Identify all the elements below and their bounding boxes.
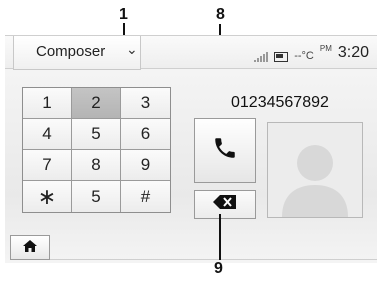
signal-bars-icon bbox=[254, 52, 269, 62]
call-button[interactable] bbox=[194, 118, 256, 183]
key-5-bottom[interactable]: 5 bbox=[72, 181, 121, 212]
home-icon bbox=[23, 239, 37, 257]
phone-handset-icon bbox=[212, 135, 238, 166]
key-3[interactable]: 3 bbox=[121, 88, 170, 119]
key-2[interactable]: 2 bbox=[72, 88, 121, 119]
top-bar: Composer ⌄ --°C PM 3:20 bbox=[5, 36, 377, 70]
ampm-indicator: PM bbox=[319, 44, 332, 53]
backspace-button[interactable] bbox=[194, 190, 256, 219]
home-button[interactable] bbox=[10, 235, 50, 260]
composer-tab[interactable]: Composer ⌄ bbox=[13, 36, 141, 70]
contact-photo bbox=[267, 122, 363, 218]
key-5[interactable]: 5 bbox=[72, 119, 121, 150]
dialed-number: 01234567892 bbox=[231, 94, 329, 111]
key-9[interactable]: 9 bbox=[121, 150, 170, 181]
phone-composer-screen: Composer ⌄ --°C PM 3:20 1 2 3 4 5 6 7 8 … bbox=[5, 35, 377, 263]
tab-label: Composer bbox=[36, 43, 106, 60]
key-8[interactable]: 8 bbox=[72, 150, 121, 181]
key-1[interactable]: 1 bbox=[23, 88, 72, 119]
key-4[interactable]: 4 bbox=[23, 119, 72, 150]
battery-icon bbox=[274, 52, 289, 62]
dial-keypad: 1 2 3 4 5 6 7 8 9 ∗ 5 # bbox=[22, 87, 171, 213]
key-6[interactable]: 6 bbox=[121, 119, 170, 150]
callout-9: 9 bbox=[214, 260, 223, 277]
status-area: --°C PM 3:20 bbox=[254, 44, 369, 62]
contact-silhouette-icon bbox=[268, 123, 362, 217]
key-star[interactable]: ∗ bbox=[23, 181, 72, 212]
backspace-icon bbox=[213, 195, 237, 214]
callout-9-line bbox=[219, 214, 221, 260]
callout-8: 8 bbox=[216, 6, 225, 23]
key-hash[interactable]: # bbox=[121, 181, 170, 212]
key-7[interactable]: 7 bbox=[23, 150, 72, 181]
callout-1: 1 bbox=[119, 6, 128, 23]
temperature-readout: --°C bbox=[294, 50, 314, 62]
chevron-down-icon[interactable]: ⌄ bbox=[126, 41, 138, 58]
clock-time: 3:20 bbox=[337, 44, 369, 61]
